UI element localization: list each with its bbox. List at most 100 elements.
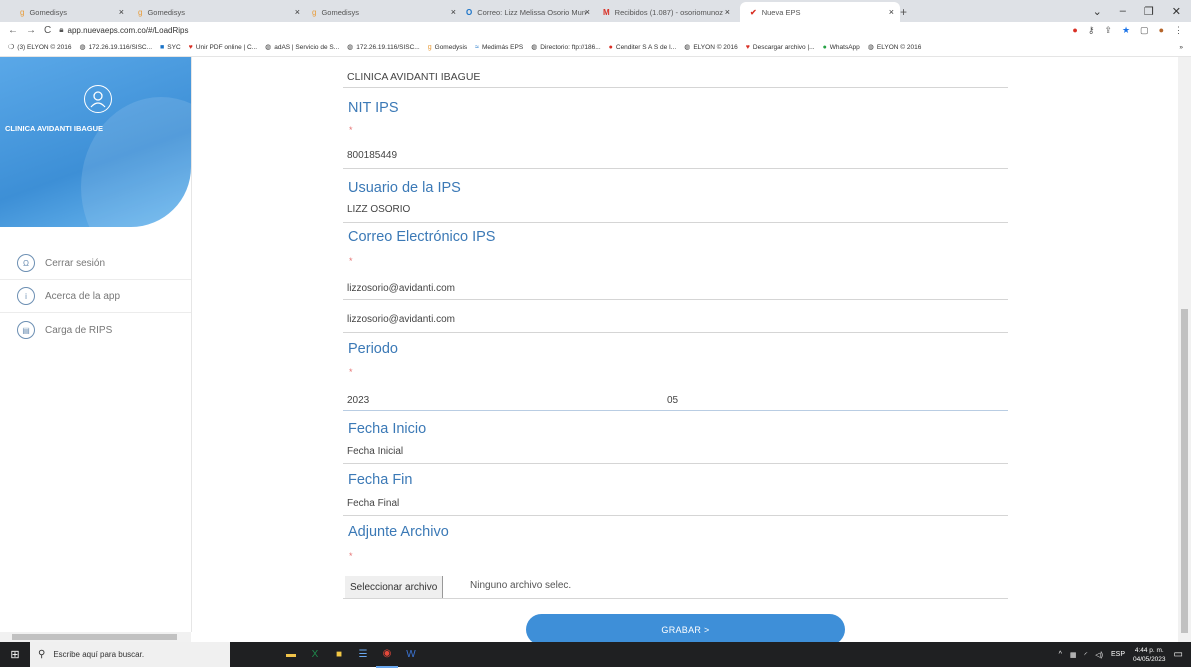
bookmark-item[interactable]: ■ SYC xyxy=(160,44,181,51)
save-button[interactable]: GRABAR > xyxy=(526,614,845,645)
menu-dots-icon[interactable]: ⋮ xyxy=(1174,25,1183,36)
close-tab-icon[interactable]: × xyxy=(889,7,894,17)
tab-title: Nueva EPS xyxy=(761,7,801,17)
field-underline xyxy=(343,332,1008,333)
tab-favicon-icon: g xyxy=(312,7,317,17)
bookmark-item[interactable]: ● WhatsApp xyxy=(823,44,860,51)
windows-taskbar: ⊞ ⚲ Escribe aquí para buscar. ▬ X ■ ☰ ◉ … xyxy=(0,641,1191,668)
bookmark-item[interactable]: ● Cenditer S A S de I... xyxy=(609,44,677,51)
bookmark-item[interactable]: ◍ Directorio: ftp://186... xyxy=(531,43,600,52)
sidepanel-icon[interactable]: ▢ xyxy=(1140,25,1149,36)
language-indicator[interactable]: ESP xyxy=(1111,651,1125,658)
bookmarks-more-icon[interactable]: » xyxy=(1179,44,1183,51)
close-tab-icon[interactable]: × xyxy=(725,7,730,17)
close-window-icon[interactable]: ✕ xyxy=(1172,5,1181,18)
taskbar-search[interactable]: ⚲ Escribe aquí para buscar. xyxy=(30,642,230,667)
bookmark-item[interactable]: ◍ 172.26.19.116/SISC... xyxy=(347,43,420,52)
sidebar-item-rips-upload[interactable]: ▤ Carga de RIPS xyxy=(0,314,191,346)
bookmark-item[interactable]: ❍ (3) ELYON © 2016 xyxy=(8,43,71,52)
email-field[interactable]: lizzosorio@avidanti.com xyxy=(347,283,455,294)
download-icon: ♥ xyxy=(745,43,750,51)
document-icon: ▤ xyxy=(17,321,35,339)
browser-tab[interactable]: g Gomedisys × xyxy=(312,2,462,22)
key-icon[interactable]: ⚷ xyxy=(1088,25,1095,36)
clock[interactable]: 4:44 p. m. 04/05/2023 xyxy=(1133,646,1166,664)
windows-start-icon[interactable]: ⊞ xyxy=(0,642,30,667)
choose-file-button[interactable]: Seleccionar archivo xyxy=(345,576,444,598)
field-underline xyxy=(343,299,1008,300)
browser-tab-active[interactable]: ✔ Nueva EPS × xyxy=(740,2,900,22)
browser-tab[interactable]: M Recibidos (1.087) - osoriomunoz × xyxy=(603,2,736,22)
scrollbar-thumb[interactable] xyxy=(1181,309,1188,633)
back-icon[interactable]: ← xyxy=(8,25,18,36)
wifi-icon[interactable]: ◜ xyxy=(1085,651,1088,659)
extension-icon[interactable]: ● xyxy=(1072,25,1077,35)
share-icon[interactable]: ⇪ xyxy=(1104,25,1112,36)
nit-field[interactable]: 800185449 xyxy=(347,150,397,161)
word-icon[interactable]: W xyxy=(400,642,422,667)
start-date-field[interactable]: Fecha Inicial xyxy=(347,446,403,457)
sidebar-item-logout[interactable]: Ω Cerrar sesión xyxy=(0,247,191,280)
bookmark-item[interactable]: ♥ Descargar archivo |... xyxy=(746,44,815,51)
bookmark-item[interactable]: ≈ Medimás EPS xyxy=(475,44,523,51)
notifications-icon[interactable]: ▭ xyxy=(1174,649,1183,660)
bookmark-item[interactable]: ◍ adAS | Servicio de S... xyxy=(265,43,339,52)
whatsapp-icon: ● xyxy=(822,43,827,51)
minimize-icon[interactable]: – xyxy=(1120,5,1126,17)
required-mark: * xyxy=(349,551,353,561)
browser-tab[interactable]: O Correo: Lizz Melissa Osorio Mun × xyxy=(466,2,596,22)
globe-icon: ◍ xyxy=(79,44,86,51)
bookmark-item[interactable]: ♥ Unir PDF online | C... xyxy=(189,44,257,51)
sidebar-item-about[interactable]: i Acerca de la app xyxy=(0,280,191,313)
pdf-icon: ♥ xyxy=(188,43,193,51)
close-tab-icon[interactable]: × xyxy=(119,7,124,17)
sticky-notes-icon[interactable]: ■ xyxy=(328,642,350,667)
required-mark: * xyxy=(349,256,353,266)
restore-icon[interactable]: ❐ xyxy=(1144,5,1154,18)
volume-icon[interactable]: ◁) xyxy=(1095,651,1103,659)
forward-icon[interactable]: → xyxy=(26,25,36,36)
field-underline xyxy=(343,168,1008,169)
email-confirm-field[interactable]: lizzosorio@avidanti.com xyxy=(347,314,455,325)
close-tab-icon[interactable]: × xyxy=(585,7,590,17)
reload-icon[interactable]: C xyxy=(44,25,51,36)
bookmark-item[interactable]: ◍ 172.26.19.116/SISC... xyxy=(79,43,152,52)
browser-tab[interactable]: g Gomedisys × xyxy=(138,2,306,22)
chrome-icon[interactable]: ◉ xyxy=(376,641,398,668)
bookmark-item[interactable]: g Gomedysis xyxy=(428,44,467,51)
network-icon[interactable]: ▦ xyxy=(1070,651,1077,659)
bookmarks-bar: ❍ (3) ELYON © 2016 ◍ 172.26.19.116/SISC...… xyxy=(0,38,1191,57)
horizontal-scrollbar[interactable] xyxy=(0,632,191,642)
star-icon[interactable]: ★ xyxy=(1122,25,1130,36)
file-explorer-icon[interactable]: ▬ xyxy=(280,642,302,667)
close-tab-icon[interactable]: × xyxy=(451,7,456,17)
vertical-scrollbar[interactable] xyxy=(1178,57,1191,642)
profile-avatar[interactable]: ● xyxy=(1159,25,1164,35)
scrollbar-thumb[interactable] xyxy=(12,634,177,640)
user-field[interactable]: LIZZ OSORIO xyxy=(347,204,410,215)
clock-date: 04/05/2023 xyxy=(1133,655,1166,663)
tab-favicon-icon: g xyxy=(138,7,143,17)
start-date-label: Fecha Inicio xyxy=(348,421,427,437)
bookmark-icon: ■ xyxy=(160,43,165,51)
bookmark-icon: ● xyxy=(608,43,613,51)
chevron-up-icon[interactable]: ^ xyxy=(1059,651,1062,658)
chevron-down-icon[interactable]: ⌄ xyxy=(1093,5,1102,18)
period-month-field[interactable]: 05 xyxy=(667,395,678,406)
search-icon: ⚲ xyxy=(38,649,46,660)
bookmark-item[interactable]: ◍ ELYON © 2016 xyxy=(868,43,922,52)
excel-icon[interactable]: X xyxy=(304,642,326,667)
task-view-icon[interactable]: ☰ xyxy=(352,642,374,667)
period-label: Periodo xyxy=(348,341,398,357)
browser-tab[interactable]: g Gomedisys × xyxy=(20,2,130,22)
period-year-field[interactable]: 2023 xyxy=(347,395,369,406)
url-field[interactable]: app.nuevaeps.com.co/#/LoadRips xyxy=(68,26,189,35)
outlook-icon: O xyxy=(466,7,473,17)
bookmark-item[interactable]: ◍ ELYON © 2016 xyxy=(684,43,738,52)
close-tab-icon[interactable]: × xyxy=(295,7,300,17)
end-date-field[interactable]: Fecha Final xyxy=(347,498,399,509)
sidebar-item-label: Carga de RIPS xyxy=(45,324,113,336)
field-underline xyxy=(343,410,1008,411)
sidebar-item-label: Acerca de la app xyxy=(45,290,121,302)
new-tab-button[interactable]: + xyxy=(900,2,920,22)
